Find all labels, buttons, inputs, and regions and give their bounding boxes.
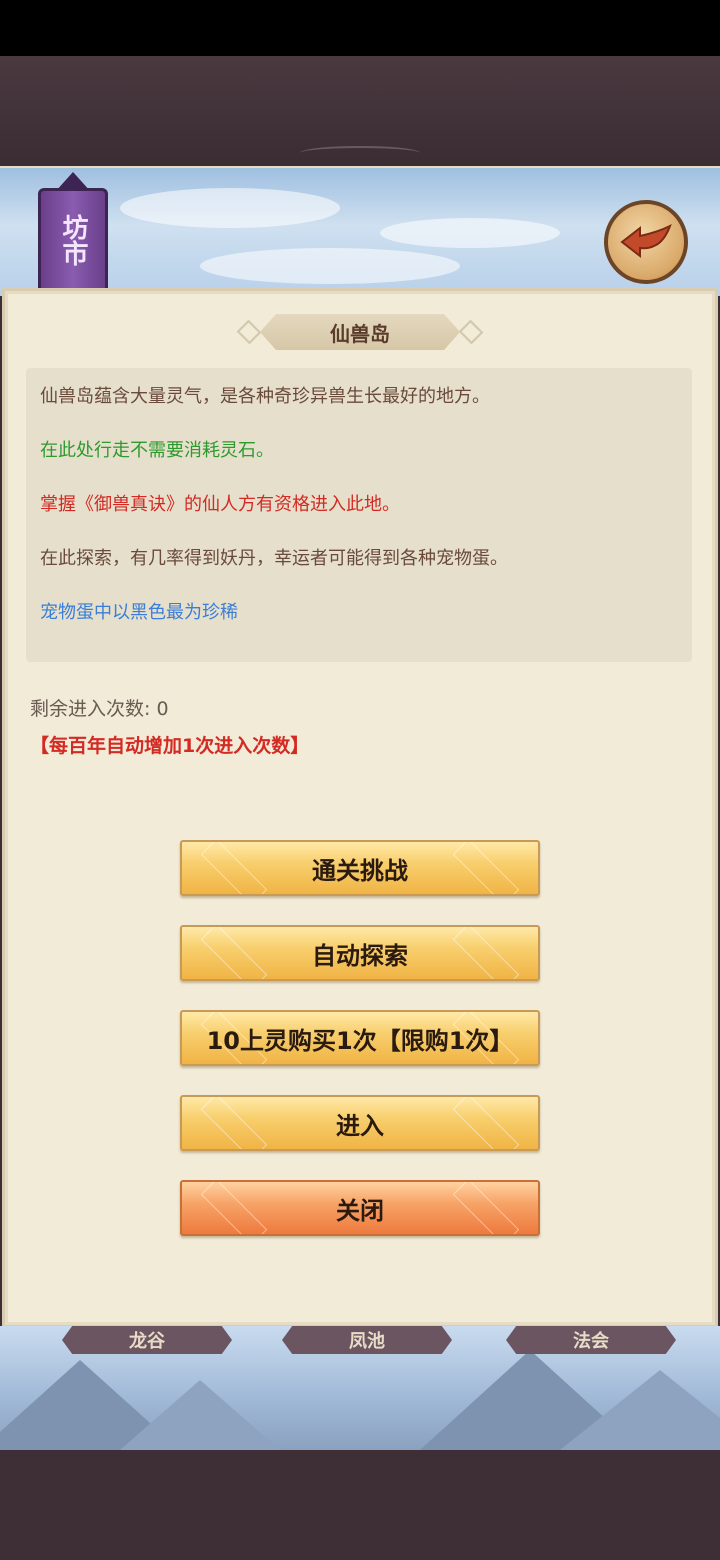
challenge-button[interactable]: 通关挑战 <box>180 840 540 896</box>
banner-label: 坊市 <box>58 213 88 266</box>
tab-dragon-valley[interactable]: 龙谷 <box>62 1326 232 1354</box>
dialog-title-ribbon: 仙兽岛 <box>260 314 460 350</box>
tab-phoenix-pool[interactable]: 凤池 <box>282 1326 452 1354</box>
status-bar <box>0 0 720 56</box>
description-line: 掌握《御兽真诀》的仙人方有资格进入此地。 <box>40 494 400 515</box>
auto-explore-button-label: 自动探索 <box>312 941 408 970</box>
description-box: 仙兽岛蕴含大量灵气，是各种奇珍异兽生长最好的地方。 在此处行走不需要消耗灵石。 … <box>26 368 692 662</box>
market-banner[interactable]: 坊市 <box>38 188 108 288</box>
bottom-frame <box>0 1450 720 1560</box>
challenge-button-label: 通关挑战 <box>312 856 408 885</box>
auto-explore-button[interactable]: 自动探索 <box>180 925 540 981</box>
close-button[interactable]: 关闭 <box>180 1180 540 1236</box>
tab-label: 凤池 <box>349 1331 385 1352</box>
description-line: 仙兽岛蕴含大量灵气，是各种奇珍异兽生长最好的地方。 <box>40 386 490 407</box>
description-line: 在此探索，有几率得到妖丹，幸运者可能得到各种宠物蛋。 <box>40 548 508 569</box>
close-button-label: 关闭 <box>336 1196 384 1225</box>
enter-button-label: 进入 <box>336 1111 384 1140</box>
back-arrow-icon <box>620 223 672 259</box>
description-line: 宠物蛋中以黑色最为珍稀 <box>40 602 238 623</box>
remaining-entries: 剩余进入次数: 0 <box>30 694 169 721</box>
tab-label: 法会 <box>573 1331 609 1352</box>
frame-ornament <box>300 146 420 160</box>
description-line: 在此处行走不需要消耗灵石。 <box>40 440 274 461</box>
tab-dharma-assembly[interactable]: 法会 <box>506 1326 676 1354</box>
back-button[interactable] <box>604 200 688 284</box>
buy-entry-button[interactable]: 10上灵购买1次【限购1次】 <box>180 1010 540 1066</box>
auto-increase-note: 【每百年自动增加1次进入次数】 <box>30 735 310 757</box>
enter-button[interactable]: 进入 <box>180 1095 540 1151</box>
tab-label: 龙谷 <box>129 1331 165 1352</box>
buy-entry-button-label: 10上灵购买1次【限购1次】 <box>206 1026 514 1055</box>
dialog-title: 仙兽岛 <box>330 321 390 346</box>
remaining-value: 0 <box>156 698 169 720</box>
remaining-label: 剩余进入次数: <box>30 698 151 720</box>
